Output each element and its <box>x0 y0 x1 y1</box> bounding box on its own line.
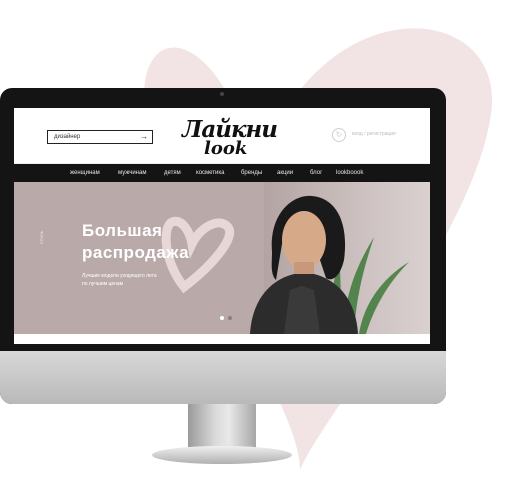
logo-line2: look <box>204 138 248 159</box>
slider-dot-active[interactable] <box>220 316 224 320</box>
login-link[interactable]: ↻ вход / регистрация <box>332 128 412 144</box>
search-input[interactable]: дизайнер → <box>47 130 153 144</box>
nav-item-women[interactable]: женщинам <box>70 169 100 177</box>
nav-item-blog[interactable]: блог <box>310 169 322 177</box>
monitor-base <box>152 446 292 464</box>
login-label: вход / регистрация <box>352 131 396 137</box>
hero-title-line2: распродажа <box>82 243 190 262</box>
slider-dot[interactable] <box>228 316 232 320</box>
nav-item-cosmetics[interactable]: косметика <box>196 169 225 177</box>
user-icon: ↻ <box>332 128 346 142</box>
nav-item-kids[interactable]: детям <box>164 169 181 177</box>
nav-item-brands[interactable]: бренды <box>241 169 262 177</box>
hero-banner[interactable]: СТИЛЬ Большая распродажа Лучшие модели у… <box>14 182 430 334</box>
hero-subtitle: Лучшие модели уходящего лета по лучшим ц… <box>82 273 157 287</box>
nav-item-men[interactable]: мужчинам <box>118 169 146 177</box>
main-nav: женщинам мужчинам детям косметика бренды… <box>14 164 430 182</box>
nav-item-lookbook[interactable]: lookboook <box>336 169 363 177</box>
site-header: дизайнер → Лайкни look ↻ вход / регистра… <box>14 108 430 164</box>
hero-title: Большая распродажа <box>82 220 189 264</box>
screen-bottom-strip <box>14 334 430 344</box>
hero-title-line1: Большая <box>82 221 163 240</box>
monitor-chin <box>0 351 446 404</box>
arrow-right-icon[interactable]: → <box>140 132 148 142</box>
nav-item-sales[interactable]: акции <box>277 169 293 177</box>
imac-monitor: дизайнер → Лайкни look ↻ вход / регистра… <box>0 88 446 404</box>
search-placeholder: дизайнер <box>54 134 81 140</box>
monitor-stand <box>188 404 256 448</box>
camera-icon <box>220 92 224 96</box>
website-screen: дизайнер → Лайкни look ↻ вход / регистра… <box>14 108 430 344</box>
side-label: СТИЛЬ <box>39 230 44 244</box>
model-photo <box>161 195 409 334</box>
site-logo[interactable]: Лайкни look <box>182 114 278 162</box>
